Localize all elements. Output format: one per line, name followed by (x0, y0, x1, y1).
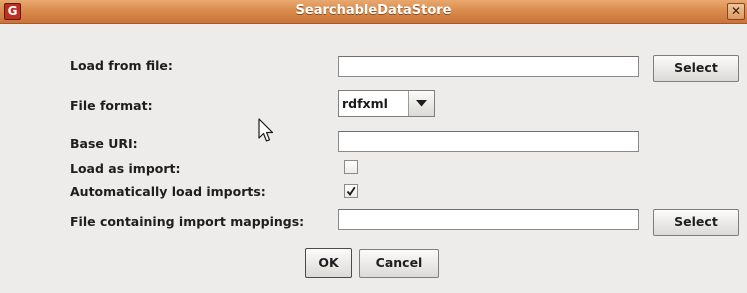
load-as-import-label: Load as import: (70, 161, 181, 176)
auto-load-imports-label: Automatically load imports: (70, 184, 266, 199)
import-mappings-input[interactable] (338, 209, 639, 230)
checkmark-icon (346, 186, 356, 196)
base-uri-label: Base URI: (70, 136, 138, 151)
import-mappings-label: File containing import mappings: (70, 214, 305, 229)
window-titlebar[interactable]: G SearchableDataStore ✕ (0, 0, 747, 24)
load-from-file-label: Load from file: (70, 58, 173, 73)
base-uri-input[interactable] (338, 131, 639, 152)
chevron-down-icon[interactable] (408, 91, 434, 116)
file-format-value: rdfxml (342, 96, 388, 111)
file-format-dropdown[interactable]: rdfxml (338, 90, 435, 117)
load-as-import-checkbox[interactable] (344, 160, 358, 174)
mouse-pointer-icon (258, 118, 274, 142)
ok-button[interactable]: OK (305, 248, 352, 278)
auto-load-imports-checkbox[interactable] (344, 184, 358, 198)
load-from-file-input[interactable] (338, 56, 639, 77)
load-from-file-select-button[interactable]: Select (653, 55, 739, 82)
close-icon[interactable]: ✕ (727, 3, 745, 20)
file-format-label: File format: (70, 98, 153, 113)
cancel-button[interactable]: Cancel (359, 249, 439, 278)
import-mappings-select-button[interactable]: Select (653, 209, 739, 236)
window-title: SearchableDataStore (295, 3, 452, 18)
